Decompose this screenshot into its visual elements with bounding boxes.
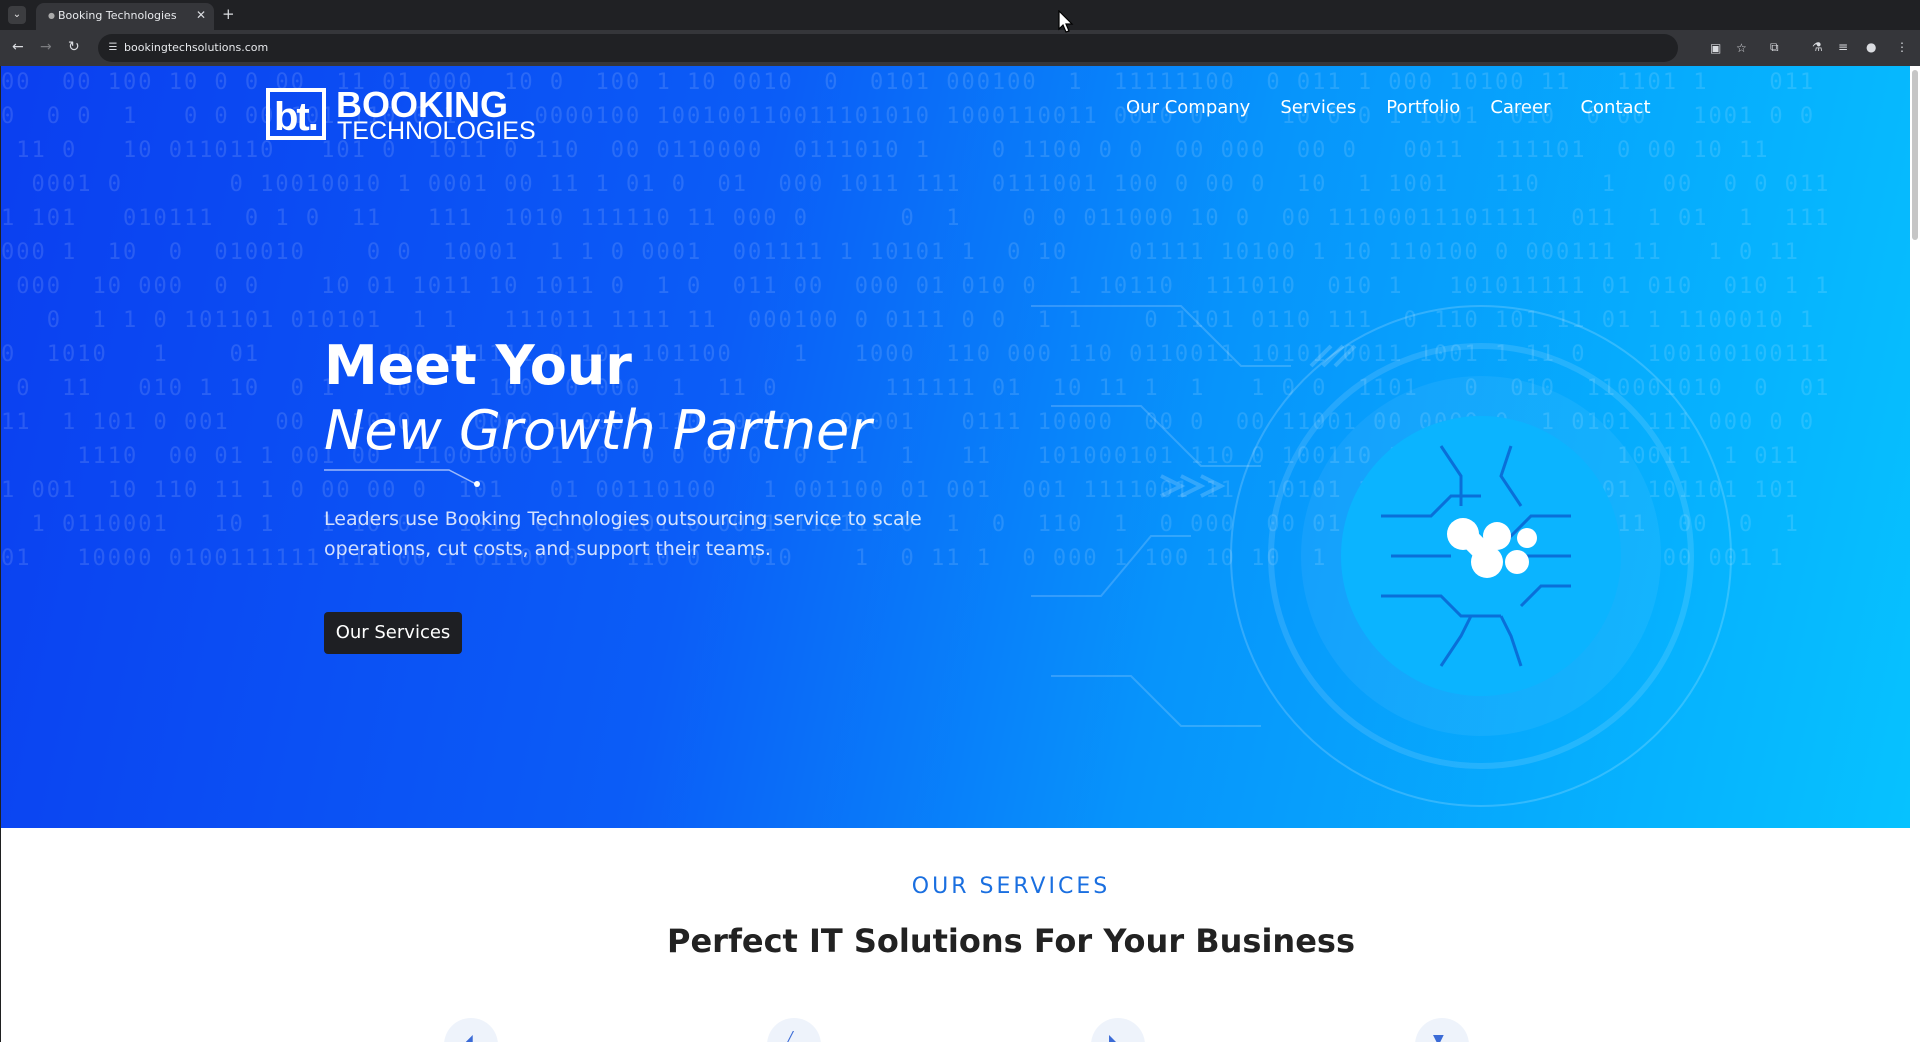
forward-icon[interactable]: → (40, 39, 52, 55)
nav-portfolio[interactable]: Portfolio (1386, 97, 1460, 118)
hero-title-line1: Meet Your (324, 334, 632, 397)
nav-contact[interactable]: Contact (1580, 97, 1650, 118)
media-controls-icon[interactable]: ≡ (1838, 40, 1848, 54)
hero-lead-text: Leaders use Booking Technologies outsour… (324, 508, 922, 560)
tab-list-icon[interactable]: ⌄ (8, 6, 26, 24)
our-services-button[interactable]: Our Services (324, 612, 462, 654)
page-viewport: 00 00 100 10 0 0 00 11 01 000 10 0 100 1… (1, 66, 1910, 1042)
bookmark-star-icon[interactable]: ☆ (1736, 41, 1747, 55)
nav-our-company[interactable]: Our Company (1126, 97, 1250, 118)
nav-services[interactable]: Services (1280, 97, 1356, 118)
browser-toolbar: ← → ↻ ☰ bookingtechsolutions.com ▣ ☆ ⧉ ⚗… (0, 30, 1920, 66)
install-app-icon[interactable]: ▣ (1710, 41, 1721, 55)
new-tab-icon[interactable]: + (222, 5, 235, 23)
mouse-cursor-icon (1058, 10, 1074, 33)
tab-title: Booking Technologies (58, 9, 177, 22)
close-icon[interactable]: ✕ (196, 8, 206, 22)
service-card-icon: ◢ (444, 1018, 498, 1042)
nav-career[interactable]: Career (1490, 97, 1550, 118)
page-scrollbar[interactable] (1910, 66, 1920, 1042)
service-card-icon: ▼ (1415, 1018, 1469, 1042)
browser-tab-bar: ⌄ ● Booking Technologies ✕ + (0, 0, 1920, 30)
site-info-icon[interactable]: ☰ (106, 41, 120, 55)
main-nav: Our Company Services Portfolio Career Co… (1126, 97, 1651, 118)
hero-title-line2: New Growth Partner (324, 399, 872, 462)
menu-icon[interactable]: ⋮ (1896, 40, 1908, 54)
logo-mark: bt. (274, 95, 319, 139)
services-title: Perfect IT Solutions For Your Business (667, 922, 1355, 960)
service-card-icon: ◣ (1091, 1018, 1145, 1042)
extensions-icon[interactable]: ⧉ (1770, 40, 1779, 54)
url-text[interactable]: bookingtechsolutions.com (124, 41, 268, 54)
logo-word-technologies: TECHNOLOGIES (337, 117, 536, 145)
profile-icon[interactable]: ● (1866, 40, 1876, 54)
circuit-chip-icon (1031, 305, 1732, 807)
browser-tab-active[interactable]: ● Booking Technologies ✕ (36, 3, 214, 30)
service-card-icon: ╱ (767, 1018, 821, 1042)
services-eyebrow: OUR SERVICES (911, 874, 1111, 899)
reload-icon[interactable]: ↻ (68, 39, 80, 55)
hero-section: 00 00 100 10 0 0 00 11 01 000 10 0 100 1… (1, 66, 1910, 828)
logo-mark-box: bt. (266, 88, 326, 140)
labs-icon[interactable]: ⚗ (1812, 40, 1823, 54)
scrollbar-thumb[interactable] (1912, 70, 1918, 240)
site-favicon: ● (48, 11, 55, 20)
back-icon[interactable]: ← (12, 39, 24, 55)
address-bar[interactable]: ☰ bookingtechsolutions.com ▣ ☆ (98, 34, 1747, 62)
hero-underline-decoration (324, 469, 480, 487)
